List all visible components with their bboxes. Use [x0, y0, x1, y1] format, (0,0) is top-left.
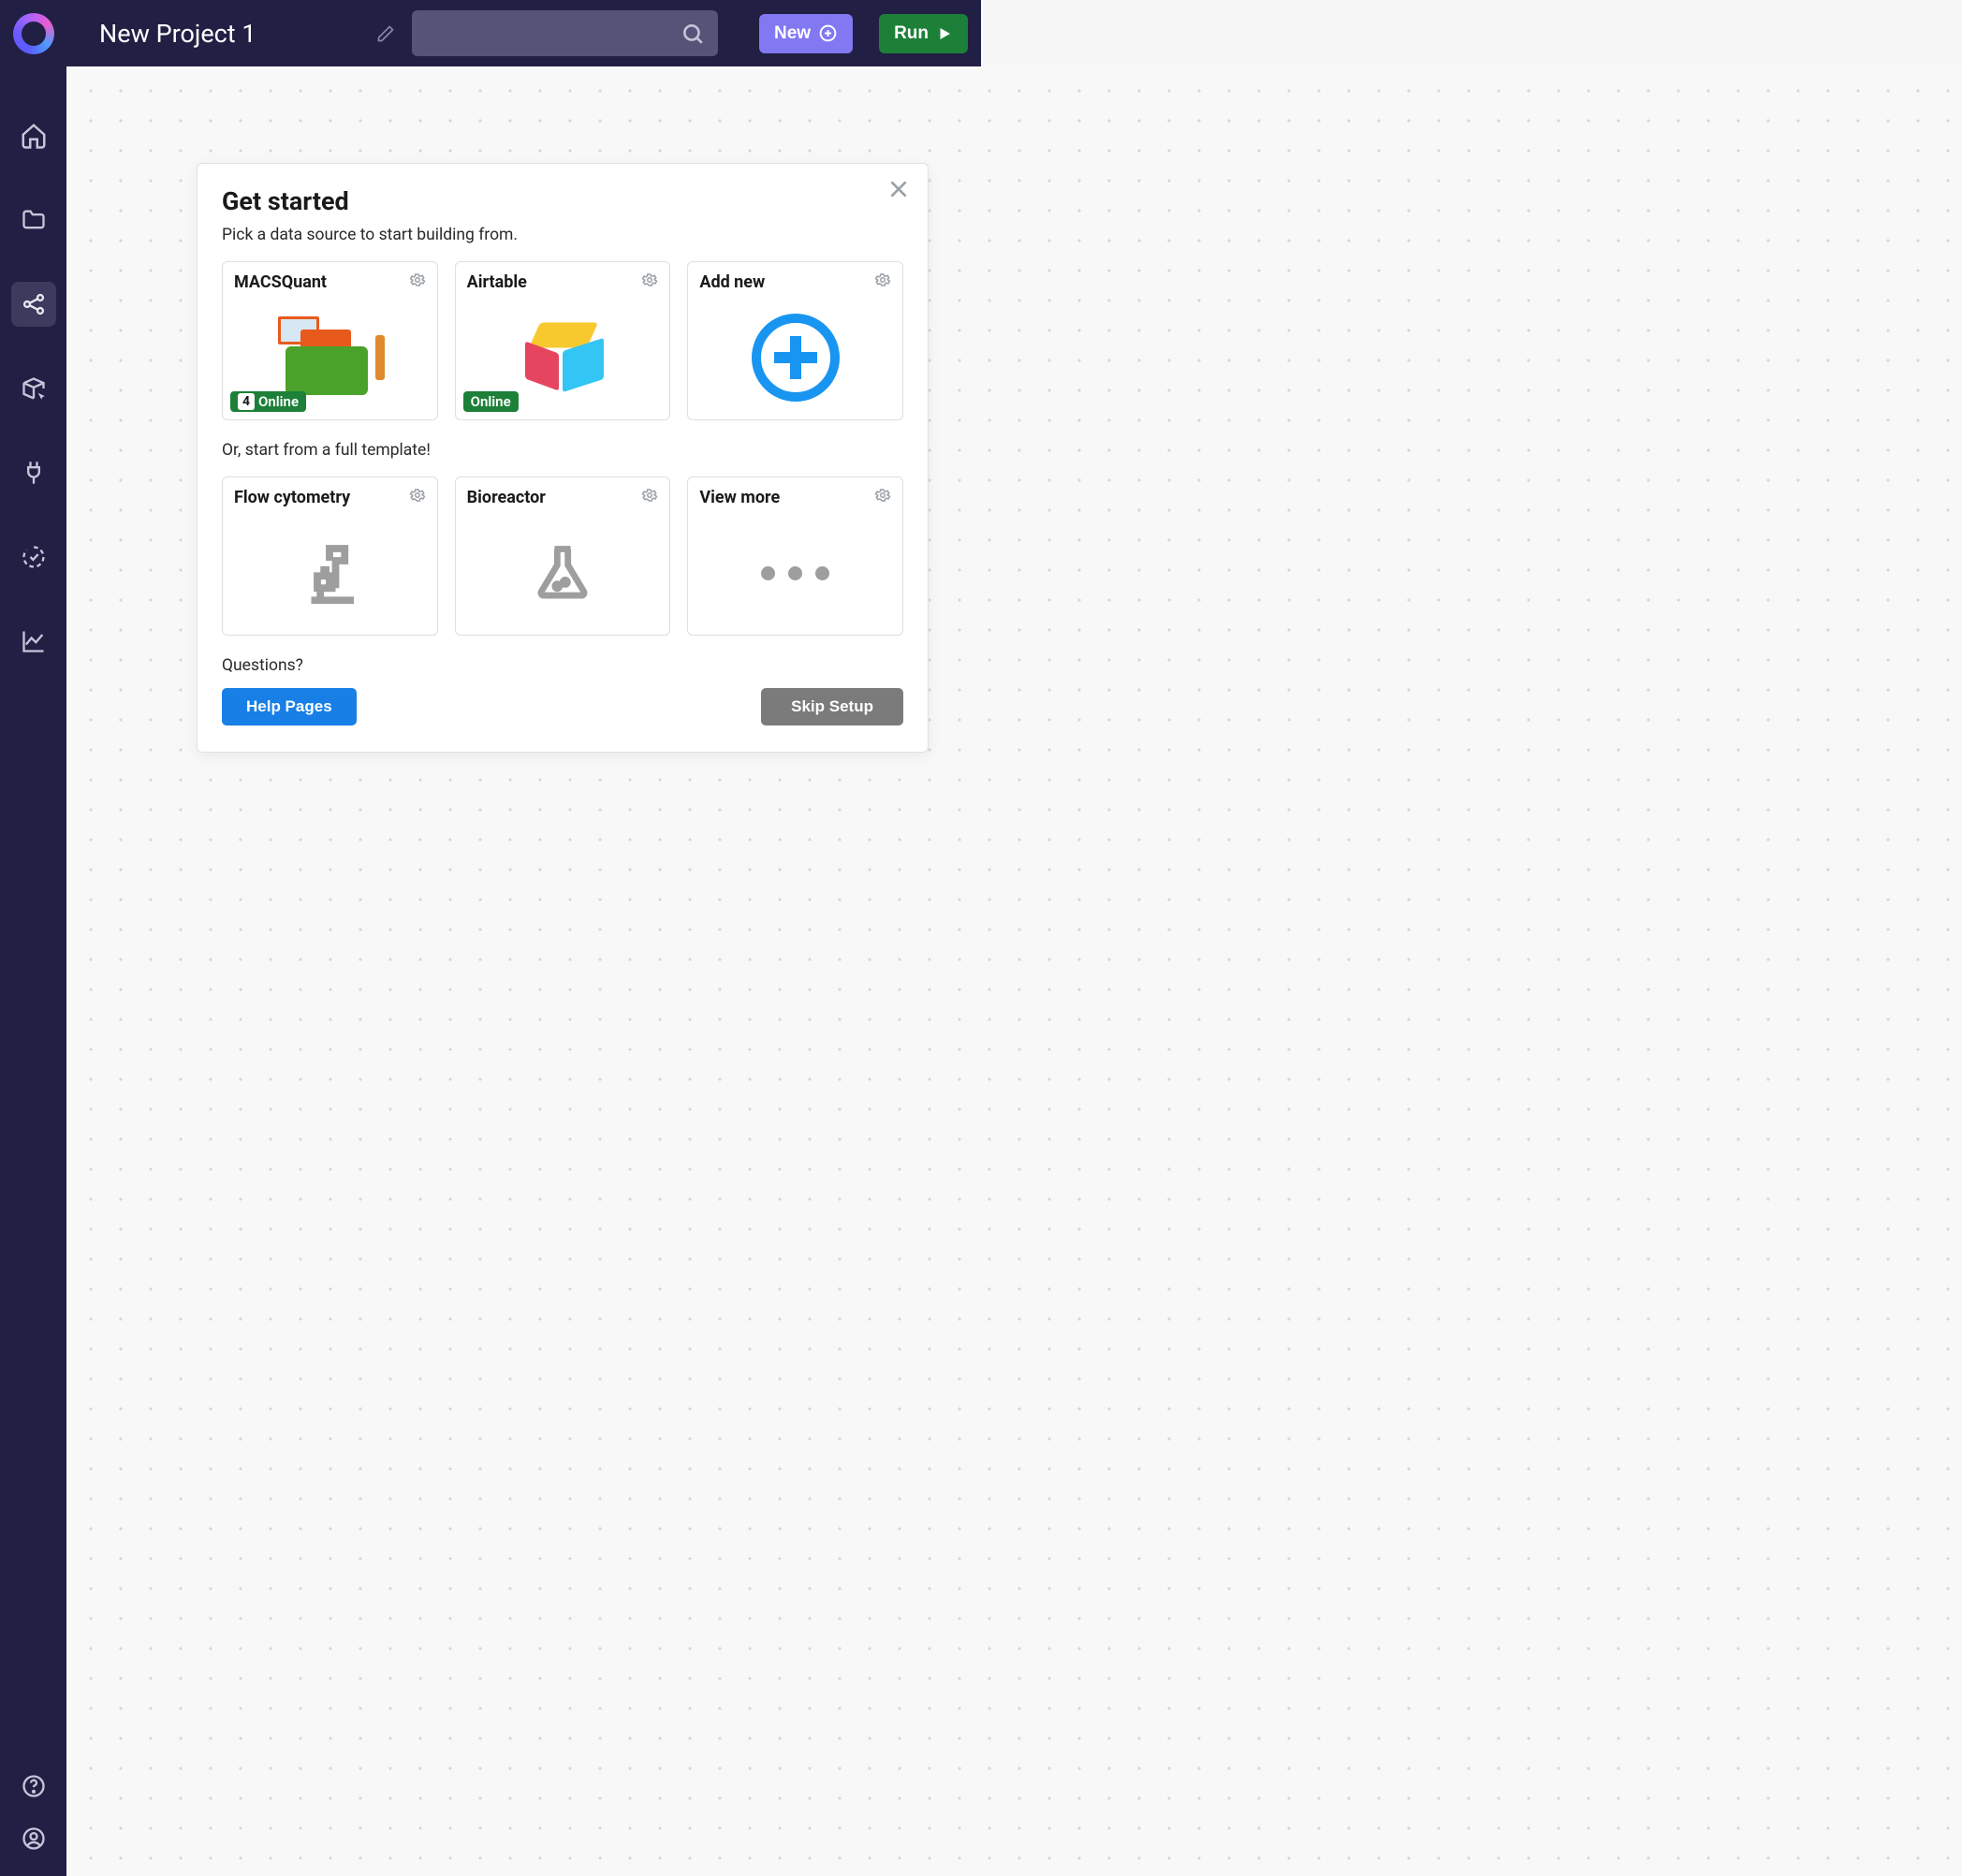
sidebar-item-chart[interactable] — [11, 619, 56, 664]
card-title: View more — [699, 488, 780, 507]
app-logo[interactable] — [13, 13, 54, 54]
gear-icon — [641, 271, 658, 288]
card-title: Airtable — [467, 272, 527, 292]
sidebar-item-folder[interactable] — [11, 198, 56, 242]
template-card-flow-cytometry[interactable]: Flow cytometry — [222, 476, 438, 636]
more-dots-icon — [761, 566, 829, 580]
modal-title: Get started — [222, 186, 903, 216]
box-cursor-icon — [21, 375, 47, 402]
card-settings-button[interactable] — [874, 271, 891, 292]
modal-subtitle: Pick a data source to start building fro… — [222, 226, 903, 244]
sidebar-item-help[interactable] — [11, 1771, 56, 1801]
project-title: New Project 1 — [99, 19, 256, 49]
card-title: Add new — [699, 272, 765, 292]
card-settings-button[interactable] — [641, 487, 658, 507]
close-modal-button[interactable] — [886, 177, 911, 205]
card-settings-button[interactable] — [641, 271, 658, 292]
help-circle-icon — [21, 1773, 47, 1799]
flask-icon — [531, 541, 594, 605]
sidebar-item-home[interactable] — [11, 113, 56, 158]
get-started-modal: Get started Pick a data source to start … — [197, 163, 929, 753]
status-badge: Online — [463, 391, 519, 412]
card-title: Flow cytometry — [234, 488, 350, 507]
status-count: 4 — [238, 393, 255, 410]
gear-icon — [874, 487, 891, 504]
help-pages-button[interactable]: Help Pages — [222, 688, 357, 725]
sidebar-item-user[interactable] — [11, 1824, 56, 1854]
datasource-card-add-new[interactable]: Add new — [687, 261, 903, 420]
template-card-bioreactor[interactable]: Bioreactor — [455, 476, 671, 636]
sidebar-item-plug[interactable] — [11, 450, 56, 495]
template-card-view-more[interactable]: View more — [687, 476, 903, 636]
microscope-icon — [293, 536, 366, 609]
user-circle-icon — [21, 1825, 47, 1852]
sidebar-item-box[interactable] — [11, 366, 56, 411]
gear-icon — [641, 487, 658, 504]
pencil-icon — [376, 24, 395, 43]
chart-line-icon — [21, 628, 47, 654]
sidebar-item-graph[interactable] — [11, 282, 56, 327]
search-input[interactable] — [412, 10, 718, 56]
gear-icon — [409, 487, 426, 504]
sidebar-item-progress[interactable] — [11, 535, 56, 579]
datasource-card-row: MACSQuant 4 Online Airta — [222, 261, 903, 420]
plus-circle-icon — [818, 23, 838, 43]
status-text: Online — [258, 393, 299, 410]
questions-label: Questions? — [222, 656, 903, 675]
home-icon — [20, 122, 48, 150]
status-text: Online — [471, 393, 511, 410]
card-settings-button[interactable] — [409, 271, 426, 292]
plug-icon — [21, 460, 47, 486]
card-settings-button[interactable] — [409, 487, 426, 507]
gear-icon — [409, 271, 426, 288]
add-plus-icon — [752, 314, 840, 402]
macsquant-illustration — [269, 311, 390, 404]
template-card-row: Flow cytometry Bioreactor — [222, 476, 903, 636]
canvas-area[interactable]: Get started Pick a data source to start … — [66, 66, 1962, 1876]
modal-footer: Help Pages Skip Setup — [222, 688, 903, 725]
run-button-label: Run — [894, 23, 929, 44]
app-header: New Project 1 New Run — [0, 0, 981, 66]
skip-setup-button[interactable]: Skip Setup — [761, 688, 903, 725]
edit-project-title-button[interactable] — [376, 24, 395, 43]
card-title: MACSQuant — [234, 272, 327, 292]
run-button[interactable]: Run — [879, 14, 968, 53]
play-icon — [936, 25, 953, 42]
folder-icon — [21, 207, 47, 233]
template-section-label: Or, start from a full template! — [222, 441, 903, 460]
left-sidebar — [0, 66, 66, 1876]
search-icon — [681, 22, 705, 46]
card-title: Bioreactor — [467, 488, 546, 507]
new-button[interactable]: New — [759, 14, 853, 53]
datasource-card-macsquant[interactable]: MACSQuant 4 Online — [222, 261, 438, 420]
new-button-label: New — [774, 23, 811, 44]
close-icon — [886, 177, 911, 201]
share-graph-icon — [21, 291, 47, 317]
card-settings-button[interactable] — [874, 487, 891, 507]
status-badge: 4 Online — [230, 391, 306, 412]
gear-icon — [874, 271, 891, 288]
progress-check-icon — [21, 544, 47, 570]
datasource-card-airtable[interactable]: Airtable Online — [455, 261, 671, 420]
airtable-logo-icon — [518, 321, 608, 394]
